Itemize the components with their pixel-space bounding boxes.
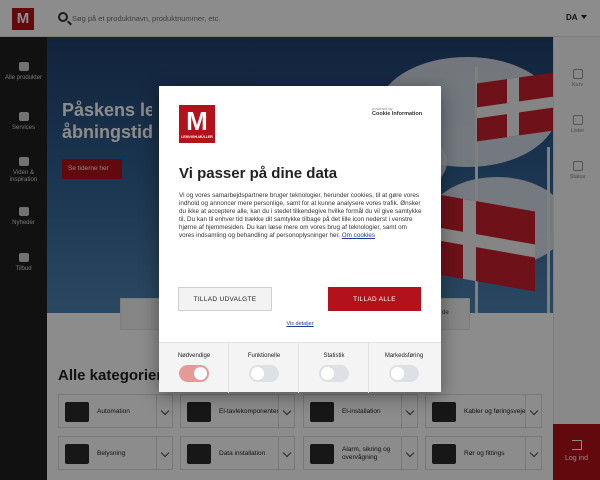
cookie-consent-dialog: M LEMVIGH-MÜLLER powered by Cookie Infor… bbox=[159, 86, 441, 393]
dialog-body-text: Vi og vores samarbejdspartnere bruger te… bbox=[179, 192, 422, 240]
dialog-logo: M LEMVIGH-MÜLLER bbox=[179, 105, 215, 143]
toggle-label: Markedsføring bbox=[384, 353, 424, 359]
dialog-logo-caption: LEMVIGH-MÜLLER bbox=[181, 135, 213, 139]
allow-selected-button[interactable]: TILLAD UDVALGTE bbox=[178, 287, 272, 311]
cookie-information-brand[interactable]: Cookie Information bbox=[372, 111, 422, 117]
toggle-switch[interactable] bbox=[319, 365, 349, 382]
dialog-logo-letter: M bbox=[186, 106, 208, 136]
dialog-title: Vi passer på dine data bbox=[179, 165, 338, 182]
toggle-statistics: Statistik bbox=[299, 343, 369, 393]
toggle-switch[interactable] bbox=[389, 365, 419, 382]
toggle-necessary: Nødvendige bbox=[159, 343, 229, 393]
dialog-body: Vi og vores samarbejdspartnere bruger te… bbox=[179, 192, 423, 241]
toggle-functional: Funktionelle bbox=[229, 343, 299, 393]
toggle-switch[interactable] bbox=[179, 365, 209, 382]
consent-toggles: Nødvendige Funktionelle Statistik Marked… bbox=[159, 342, 441, 393]
toggle-label: Statistik bbox=[323, 353, 345, 359]
toggle-label: Nødvendige bbox=[177, 353, 211, 359]
allow-all-button[interactable]: TILLAD ALLE bbox=[328, 287, 421, 311]
toggle-marketing: Markedsføring bbox=[369, 343, 439, 393]
toggle-switch[interactable] bbox=[249, 365, 279, 382]
about-cookies-link[interactable]: Om cookies bbox=[342, 232, 375, 239]
show-details-link[interactable]: Vis detaljer bbox=[159, 321, 441, 327]
toggle-label: Funktionelle bbox=[247, 353, 281, 359]
